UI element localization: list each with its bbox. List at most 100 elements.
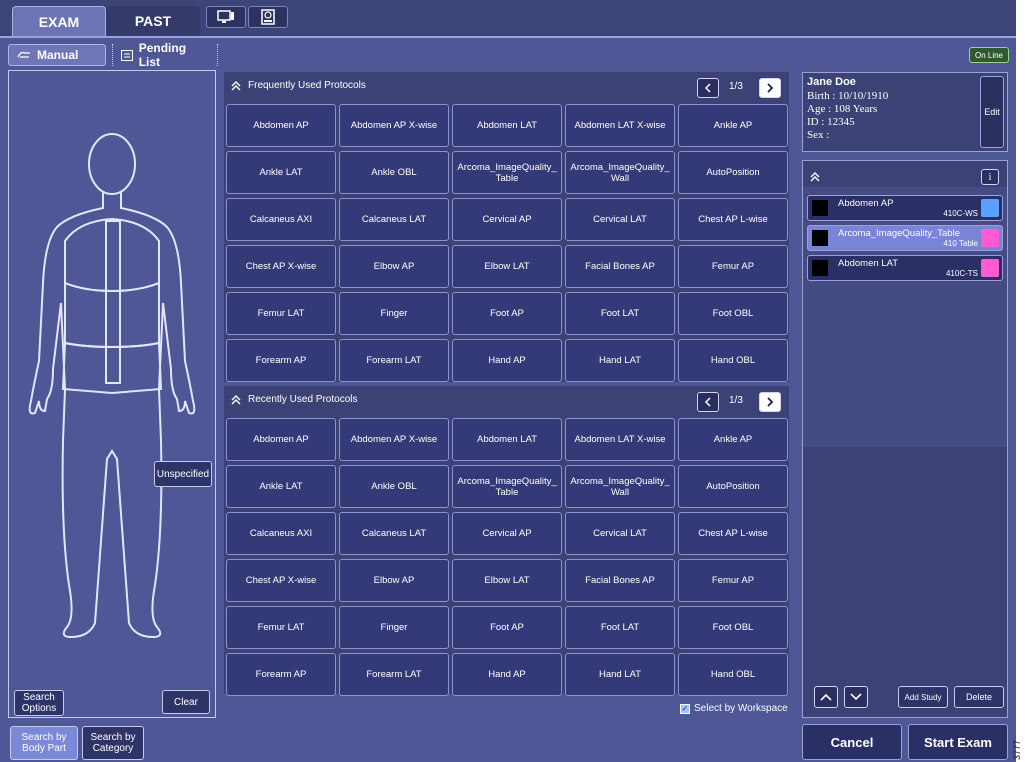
tab-exam[interactable]: EXAM [12,6,106,36]
recent-protocol-button[interactable]: Ankle AP [678,418,788,461]
frequent-protocol-button[interactable]: Chest AP X-wise [226,245,336,288]
search-by-category-button[interactable]: Search by Category [82,726,144,760]
recent-protocol-button[interactable]: Chest AP X-wise [226,559,336,602]
recent-protocol-button[interactable]: Facial Bones AP [565,559,675,602]
frequent-protocol-button[interactable]: Arcoma_ImageQuality_ Table [452,151,562,194]
frequent-protocol-button[interactable]: Femur LAT [226,292,336,335]
recent-protocol-button[interactable]: Forearm AP [226,653,336,696]
frequent-protocol-button[interactable]: Hand OBL [678,339,788,382]
recent-protocol-button[interactable]: Foot LAT [565,606,675,649]
frequent-protocol-button[interactable]: Calcaneus AXI [226,198,336,241]
frequent-protocol-button[interactable]: Arcoma_ImageQuality_ Wall [565,151,675,194]
tab-past[interactable]: PAST [106,6,200,36]
frequent-protocol-button[interactable]: Forearm LAT [339,339,449,382]
unspecified-button[interactable]: Unspecified [154,461,212,487]
detector-icon-button[interactable] [248,6,288,28]
move-down-button[interactable] [844,686,868,708]
recent-protocol-button[interactable]: Calcaneus AXI [226,512,336,555]
frequent-protocol-button[interactable]: Elbow LAT [452,245,562,288]
recent-protocol-button[interactable]: Ankle LAT [226,465,336,508]
frequent-protocol-button[interactable]: Abdomen AP X-wise [339,104,449,147]
move-up-button[interactable] [814,686,838,708]
frequent-protocol-button[interactable]: Foot LAT [565,292,675,335]
collapse-icon[interactable] [230,80,242,92]
frequent-protocol-button[interactable]: Facial Bones AP [565,245,675,288]
recent-protocol-button[interactable]: Cervical LAT [565,512,675,555]
recent-protocol-button[interactable]: Foot AP [452,606,562,649]
study-item[interactable]: Arcoma_ImageQuality_Table 410 Table [807,225,1003,251]
frequent-protocol-button[interactable]: Cervical LAT [565,198,675,241]
edit-patient-button[interactable]: Edit [980,76,1004,148]
frequent-protocol-button[interactable]: Abdomen AP [226,104,336,147]
frequent-protocol-button[interactable]: Chest AP L-wise [678,198,788,241]
recent-protocol-grid: Abdomen AP Abdomen AP X-wise Abdomen LAT Ab… [226,418,788,696]
study-name: Arcoma_ImageQuality_Table [838,228,960,239]
frequent-protocol-button[interactable]: Femur AP [678,245,788,288]
recent-protocol-button[interactable]: Arcoma_ImageQuality_ Table [452,465,562,508]
study-item[interactable]: Abdomen AP 410C-WS [807,195,1003,221]
add-study-button[interactable]: Add Study [898,686,948,708]
frequent-protocol-button[interactable]: Forearm AP [226,339,336,382]
frequent-protocol-button[interactable]: Abdomen LAT X-wise [565,104,675,147]
patient-name: Jane Doe [807,76,856,88]
delete-study-button[interactable]: Delete [954,686,1004,708]
frequent-protocol-button[interactable]: Calcaneus LAT [339,198,449,241]
recent-protocol-button[interactable]: Abdomen AP X-wise [339,418,449,461]
recent-header: Recently Used Protocols 1/3 [224,386,789,414]
chevron-left-icon [704,397,711,407]
recent-protocol-button[interactable]: Hand LAT [565,653,675,696]
recent-protocol-button[interactable]: Finger [339,606,449,649]
frequent-protocol-button[interactable]: Hand AP [452,339,562,382]
recent-protocol-button[interactable]: Elbow LAT [452,559,562,602]
recent-protocol-button[interactable]: Hand OBL [678,653,788,696]
recent-protocol-button[interactable]: Forearm LAT [339,653,449,696]
recent-protocol-button[interactable]: Ankle OBL [339,465,449,508]
frequent-protocol-button[interactable]: Ankle OBL [339,151,449,194]
recent-protocol-button[interactable]: Foot OBL [678,606,788,649]
select-by-workspace-checkbox[interactable]: ✓ Select by Workspace [680,703,788,714]
recent-protocol-button[interactable]: Abdomen AP [226,418,336,461]
recent-protocol-button[interactable]: Abdomen LAT X-wise [565,418,675,461]
cancel-button[interactable]: Cancel [802,724,902,760]
recent-protocol-button[interactable]: Femur LAT [226,606,336,649]
frequent-protocol-button[interactable]: Ankle LAT [226,151,336,194]
recent-protocol-button[interactable]: Cervical AP [452,512,562,555]
frequent-protocol-button[interactable]: Foot AP [452,292,562,335]
tab-manual[interactable]: Manual [8,44,106,66]
recent-protocol-button[interactable]: Abdomen LAT [452,418,562,461]
online-status-badge: On Line [969,47,1009,63]
frequent-next-button[interactable] [759,78,781,98]
frequent-protocol-button[interactable]: AutoPosition [678,151,788,194]
recent-protocols-panel: Recently Used Protocols 1/3 Abdomen AP Ab… [224,386,789,696]
info-button[interactable]: i [981,169,999,185]
frequent-protocol-button[interactable]: Foot OBL [678,292,788,335]
recent-protocol-button[interactable]: Chest AP L-wise [678,512,788,555]
recent-protocol-button[interactable]: Hand AP [452,653,562,696]
frequent-protocol-button[interactable]: Elbow AP [339,245,449,288]
search-options-button[interactable]: Search Options [14,690,64,716]
frequent-protocol-button[interactable]: Finger [339,292,449,335]
chest-region [64,217,160,293]
start-exam-button[interactable]: Start Exam [908,724,1008,760]
recent-protocol-button[interactable]: Calcaneus LAT [339,512,449,555]
clear-button[interactable]: Clear [162,690,210,714]
recent-prev-button[interactable] [697,392,719,412]
recent-protocol-button[interactable]: Arcoma_ImageQuality_ Wall [565,465,675,508]
frequent-protocol-button[interactable]: Hand LAT [565,339,675,382]
study-item[interactable]: Abdomen LAT 410C-TS [807,255,1003,281]
collapse-icon[interactable] [230,394,242,406]
recent-next-button[interactable] [759,392,781,412]
frequent-protocol-button[interactable]: Abdomen LAT [452,104,562,147]
search-by-body-part-button[interactable]: Search by Body Part [10,726,78,760]
body-diagram[interactable] [9,71,215,717]
monitor-icon-button[interactable] [206,6,246,28]
frequent-protocol-button[interactable]: Ankle AP [678,104,788,147]
recent-protocol-button[interactable]: Femur AP [678,559,788,602]
tab-pending-list[interactable]: Pending List [112,41,218,69]
recent-protocol-button[interactable]: Elbow AP [339,559,449,602]
frequent-protocol-button[interactable]: Cervical AP [452,198,562,241]
recent-protocol-button[interactable]: AutoPosition [678,465,788,508]
collapse-icon[interactable] [809,171,821,183]
frequent-prev-button[interactable] [697,78,719,98]
tab-pending-label: Pending List [138,41,187,69]
